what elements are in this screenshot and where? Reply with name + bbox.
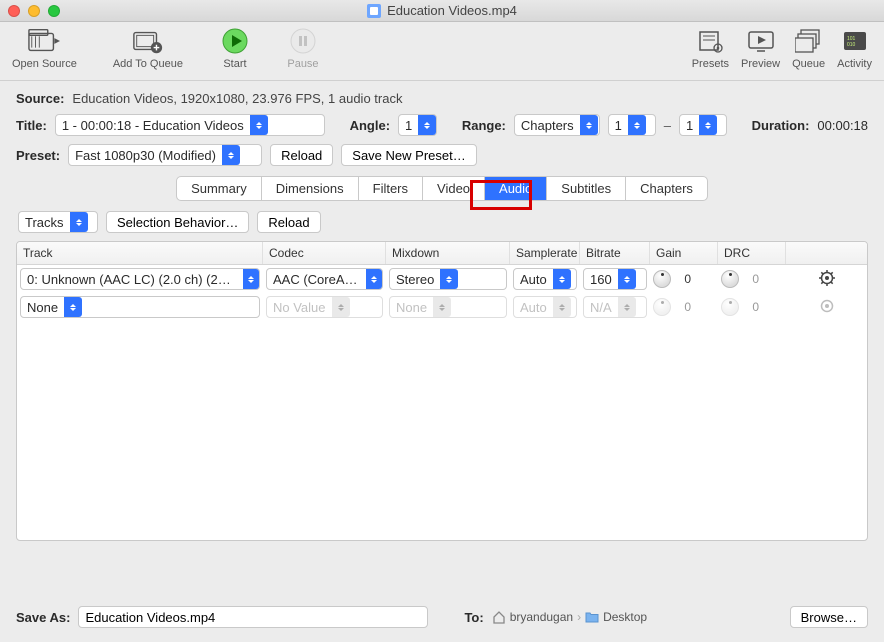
mixdown-select: None — [389, 296, 507, 318]
tab-filters[interactable]: Filters — [359, 177, 423, 200]
chevron-updown-icon — [250, 115, 268, 135]
chevron-updown-icon — [332, 297, 350, 317]
col-gain[interactable]: Gain — [650, 242, 718, 264]
range-dash: – — [664, 118, 671, 133]
bitrate-select: N/A — [583, 296, 647, 318]
start-button[interactable]: Start — [219, 28, 251, 70]
range-label: Range: — [462, 118, 506, 133]
footer-bar: Save As: To: bryandugan › Desktop Browse… — [0, 596, 884, 642]
table-row: None No Value None Auto N/A 0 0 — [17, 293, 867, 321]
samplerate-select: Auto — [513, 296, 577, 318]
tracks-menu[interactable]: Tracks — [18, 211, 98, 233]
chevron-updown-icon — [618, 297, 636, 317]
source-info: Education Videos, 1920x1080, 23.976 FPS,… — [72, 91, 402, 106]
drc-knob[interactable] — [721, 270, 739, 288]
chevron-updown-icon — [699, 115, 717, 135]
title-label: Title: — [16, 118, 47, 133]
folder-icon — [585, 611, 599, 623]
preset-label: Preset: — [16, 148, 60, 163]
gear-icon[interactable] — [819, 270, 835, 286]
col-samplerate[interactable]: Samplerate — [510, 242, 580, 264]
col-mixdown[interactable]: Mixdown — [386, 242, 510, 264]
chevron-updown-icon — [222, 145, 240, 165]
gain-value: 0 — [677, 300, 691, 314]
chevron-updown-icon — [433, 297, 451, 317]
chevron-updown-icon — [64, 297, 82, 317]
chevron-updown-icon — [553, 269, 571, 289]
svg-text:010: 010 — [847, 42, 856, 48]
preset-reload-button[interactable]: Reload — [270, 144, 333, 166]
samplerate-select[interactable]: Auto — [513, 268, 577, 290]
save-as-label: Save As: — [16, 610, 70, 625]
tab-subtitles[interactable]: Subtitles — [547, 177, 626, 200]
gain-value: 0 — [677, 272, 691, 286]
bitrate-select[interactable]: 160 — [583, 268, 647, 290]
tab-chapters[interactable]: Chapters — [626, 177, 707, 200]
col-codec[interactable]: Codec — [263, 242, 386, 264]
chevron-updown-icon — [70, 212, 88, 232]
audio-tracks-table: Track Codec Mixdown Samplerate Bitrate G… — [16, 241, 868, 541]
mixdown-select[interactable]: Stereo — [389, 268, 507, 290]
tab-bar: Summary Dimensions Filters Video Audio S… — [16, 176, 868, 201]
browse-button[interactable]: Browse… — [790, 606, 868, 628]
drc-value: 0 — [745, 272, 759, 286]
chevron-updown-icon — [440, 269, 458, 289]
add-to-queue-button[interactable]: Add To Queue — [113, 28, 183, 70]
home-icon — [492, 610, 506, 624]
activity-button[interactable]: 101010 Activity — [837, 28, 872, 70]
drc-knob — [721, 298, 739, 316]
chevron-updown-icon — [366, 269, 382, 289]
open-source-button[interactable]: Open Source — [12, 28, 77, 70]
destination-path[interactable]: bryandugan › Desktop — [492, 610, 647, 624]
chevron-updown-icon — [580, 115, 598, 135]
source-label: Source: — [16, 91, 64, 106]
drc-value: 0 — [745, 300, 759, 314]
range-mode-select[interactable]: Chapters — [514, 114, 600, 136]
col-track[interactable]: Track — [17, 242, 263, 264]
gear-icon — [819, 298, 835, 314]
chevron-updown-icon — [418, 115, 436, 135]
pause-button: Pause — [287, 28, 319, 70]
presets-button[interactable]: Presets — [692, 28, 729, 70]
audio-reload-button[interactable]: Reload — [257, 211, 320, 233]
duration-label: Duration: — [752, 118, 810, 133]
tab-dimensions[interactable]: Dimensions — [262, 177, 359, 200]
chevron-right-icon: › — [577, 610, 581, 624]
chevron-updown-icon — [618, 269, 636, 289]
range-to-select[interactable]: 1 — [679, 114, 727, 136]
to-label: To: — [464, 610, 483, 625]
window-title: Education Videos.mp4 — [387, 3, 517, 18]
title-select[interactable]: 1 - 00:00:18 - Education Videos — [55, 114, 325, 136]
chevron-updown-icon — [243, 269, 259, 289]
save-new-preset-button[interactable]: Save New Preset… — [341, 144, 476, 166]
angle-label: Angle: — [350, 118, 390, 133]
titlebar: Education Videos.mp4 — [0, 0, 884, 22]
table-row: 0: Unknown (AAC LC) (2.0 ch) (253 kb… AA… — [17, 265, 867, 293]
tab-video[interactable]: Video — [423, 177, 485, 200]
track-select[interactable]: None — [20, 296, 260, 318]
tab-audio[interactable]: Audio — [485, 177, 547, 200]
queue-button[interactable]: Queue — [792, 28, 825, 70]
range-from-select[interactable]: 1 — [608, 114, 656, 136]
selection-behavior-button[interactable]: Selection Behavior… — [106, 211, 249, 233]
chevron-updown-icon — [553, 297, 571, 317]
codec-select: No Value — [266, 296, 383, 318]
main-toolbar: Open Source Add To Queue Start Pause Pre… — [0, 22, 884, 81]
save-as-input[interactable] — [78, 606, 428, 628]
col-drc[interactable]: DRC — [718, 242, 786, 264]
codec-select[interactable]: AAC (CoreAudio) — [266, 268, 383, 290]
track-select[interactable]: 0: Unknown (AAC LC) (2.0 ch) (253 kb… — [20, 268, 260, 290]
duration-value: 00:00:18 — [817, 118, 868, 133]
chevron-updown-icon — [628, 115, 646, 135]
col-bitrate[interactable]: Bitrate — [580, 242, 650, 264]
tab-summary[interactable]: Summary — [177, 177, 262, 200]
angle-select[interactable]: 1 — [398, 114, 437, 136]
preset-select[interactable]: Fast 1080p30 (Modified) — [68, 144, 262, 166]
gain-knob — [653, 298, 671, 316]
preview-button[interactable]: Preview — [741, 28, 780, 70]
gain-knob[interactable] — [653, 270, 671, 288]
document-icon — [367, 4, 381, 18]
